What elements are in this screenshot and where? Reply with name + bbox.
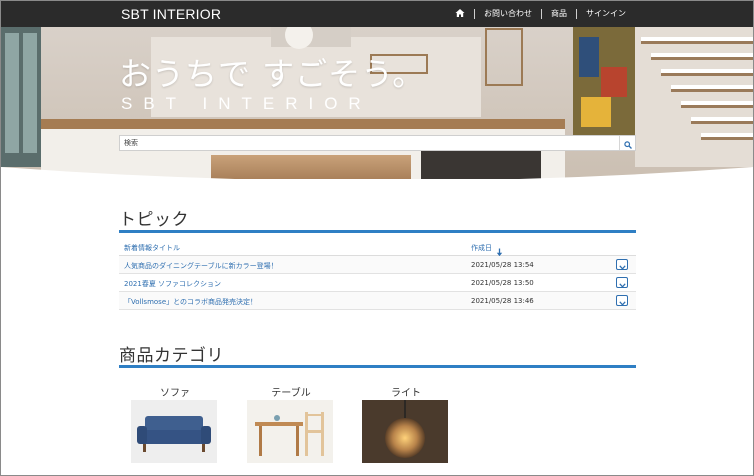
category-label: ライト xyxy=(391,388,421,399)
table-header: 新着情報タイトル 作成日 xyxy=(119,238,636,257)
table-row: 人気商品のダイニングテーブルに新カラー登場！ 2021/05/28 13:54 xyxy=(119,256,636,274)
category-label: テーブル xyxy=(271,388,311,399)
sofa-image xyxy=(131,400,217,463)
topics-table: 新着情報タイトル 作成日 人気商品のダイニングテーブルに新カラー登場！ 2021… xyxy=(119,238,636,310)
nav-contact[interactable]: お問い合わせ xyxy=(474,9,541,19)
topic-title-link[interactable]: 「Vollsmose」とのコラボ商品発売決定！ xyxy=(124,297,257,307)
search-button[interactable] xyxy=(619,136,635,150)
category-card-light[interactable]: ライト xyxy=(362,384,450,463)
topic-date: 2021/05/28 13:46 xyxy=(471,297,534,305)
row-action-dropdown[interactable] xyxy=(616,259,628,270)
chevron-down-icon xyxy=(618,273,626,292)
search-box xyxy=(119,135,636,151)
category-card-table[interactable]: テーブル xyxy=(247,384,335,463)
table-image xyxy=(247,400,333,463)
topic-date: 2021/05/28 13:50 xyxy=(471,279,534,287)
topic-title-link[interactable]: 人気商品のダイニングテーブルに新カラー登場！ xyxy=(124,261,278,271)
row-action-dropdown[interactable] xyxy=(616,277,628,288)
category-card-sofa[interactable]: ソファ xyxy=(131,384,219,463)
hero-title: おうちで すごそう。 xyxy=(119,55,426,93)
top-nav: お問い合わせ 商品 サインイン xyxy=(446,1,635,27)
home-icon xyxy=(455,8,465,18)
top-bar: SBT INTERIOR お問い合わせ 商品 サインイン xyxy=(1,1,753,27)
topic-title-link[interactable]: 2021春夏 ソファコレクション xyxy=(124,279,221,289)
topics-divider xyxy=(119,230,636,233)
categories-heading: 商品カテゴリ xyxy=(119,346,224,366)
topics-heading: トピック xyxy=(119,210,189,230)
light-image xyxy=(362,400,448,463)
table-row: 2021春夏 ソファコレクション 2021/05/28 13:50 xyxy=(119,274,636,292)
hero-banner: おうちで すごそう。 SBT INTERIOR xyxy=(1,27,753,179)
column-header-title[interactable]: 新着情報タイトル xyxy=(124,243,180,253)
search-input[interactable] xyxy=(120,136,620,150)
chevron-down-icon xyxy=(618,291,626,310)
categories-divider xyxy=(119,365,636,368)
search-icon xyxy=(623,134,632,153)
column-header-date[interactable]: 作成日 xyxy=(471,243,492,253)
nav-home[interactable] xyxy=(446,8,474,21)
nav-products[interactable]: 商品 xyxy=(541,9,576,19)
nav-sign-in[interactable]: サインイン xyxy=(576,9,635,19)
chevron-down-icon xyxy=(618,255,626,274)
topic-date: 2021/05/28 13:54 xyxy=(471,261,534,269)
row-action-dropdown[interactable] xyxy=(616,295,628,306)
table-row: 「Vollsmose」とのコラボ商品発売決定！ 2021/05/28 13:46 xyxy=(119,292,636,310)
category-label: ソファ xyxy=(160,388,190,399)
hero-subtitle: SBT INTERIOR xyxy=(121,94,372,113)
brand-logo[interactable]: SBT INTERIOR xyxy=(121,6,221,22)
